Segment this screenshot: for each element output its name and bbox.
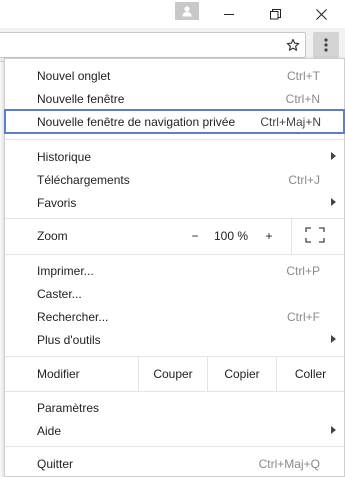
- zoom-label: Zoom: [37, 229, 68, 243]
- chevron-right-icon: [331, 335, 336, 343]
- address-bar[interactable]: [0, 32, 306, 58]
- menu-item-help[interactable]: Aide: [5, 419, 344, 442]
- menu-item-label: Nouvelle fenêtre de navigation privée: [37, 114, 236, 129]
- edit-label: Modifier: [37, 367, 80, 381]
- title-bar: [0, 0, 345, 28]
- menu-item-downloads[interactable]: Téléchargements Ctrl+J: [5, 168, 344, 191]
- menu-item-shortcut: Ctrl+Maj+Q: [258, 456, 320, 471]
- browser-toolbar: [0, 28, 345, 62]
- close-icon: [315, 8, 327, 20]
- cut-button[interactable]: Couper: [138, 356, 207, 391]
- chevron-right-icon: [331, 152, 336, 160]
- menu-separator: [5, 391, 344, 392]
- menu-item-new-tab[interactable]: Nouvel onglet Ctrl+T: [5, 64, 344, 87]
- zoom-in-button[interactable]: +: [257, 225, 281, 247]
- menu-item-find[interactable]: Rechercher... Ctrl+F: [5, 305, 344, 328]
- zoom-divider: [291, 219, 292, 254]
- menu-item-shortcut: Ctrl+Maj+N: [260, 114, 321, 129]
- browser-menu: Nouvel onglet Ctrl+T Nouvelle fenêtre Ct…: [4, 58, 345, 477]
- menu-item-label: Téléchargements: [37, 172, 130, 187]
- menu-item-quit[interactable]: Quitter Ctrl+Maj+Q: [5, 452, 344, 475]
- paste-button[interactable]: Coller: [276, 356, 344, 391]
- chevron-right-icon: [331, 426, 336, 434]
- restore-button[interactable]: [252, 0, 298, 28]
- bookmark-star-button[interactable]: [282, 35, 304, 55]
- menu-item-shortcut: Ctrl+P: [286, 263, 320, 278]
- menu-item-new-window[interactable]: Nouvelle fenêtre Ctrl+N: [5, 87, 344, 110]
- menu-separator: [5, 254, 344, 255]
- minimize-button[interactable]: [206, 0, 252, 28]
- menu-item-label: Quitter: [37, 456, 74, 471]
- menu-item-more-tools[interactable]: Plus d'outils: [5, 328, 344, 351]
- menu-separator: [5, 446, 344, 447]
- zoom-row: Zoom − 100 % +: [5, 219, 344, 254]
- browser-menu-button[interactable]: [313, 32, 339, 58]
- menu-item-label: Historique: [37, 149, 92, 164]
- menu-item-shortcut: Ctrl+J: [288, 172, 320, 187]
- menu-item-label: Nouvelle fenêtre: [37, 91, 125, 106]
- menu-item-history[interactable]: Historique: [5, 145, 344, 168]
- copy-button[interactable]: Copier: [207, 356, 276, 391]
- profile-button[interactable]: [175, 2, 199, 20]
- menu-item-label: Favoris: [37, 195, 77, 210]
- three-dots-vertical-icon: [324, 38, 328, 52]
- menu-item-shortcut: Ctrl+T: [287, 68, 320, 83]
- menu-item-label: Caster...: [37, 286, 82, 301]
- menu-separator: [5, 139, 344, 140]
- menu-item-label: Plus d'outils: [37, 332, 101, 347]
- edit-row: Modifier Couper Copier Coller: [5, 356, 344, 391]
- menu-item-print[interactable]: Imprimer... Ctrl+P: [5, 259, 344, 282]
- menu-item-shortcut: Ctrl+N: [285, 91, 320, 106]
- restore-icon: [269, 8, 281, 19]
- menu-item-label: Aide: [37, 423, 62, 438]
- chevron-right-icon: [331, 198, 336, 206]
- menu-item-label: Imprimer...: [37, 263, 94, 278]
- menu-item-new-incognito-window[interactable]: Nouvelle fenêtre de navigation privée Ct…: [4, 109, 345, 134]
- menu-item-cast[interactable]: Caster...: [5, 282, 344, 305]
- minimize-icon: [224, 14, 234, 15]
- menu-item-shortcut: Ctrl+F: [287, 309, 320, 324]
- menu-item-label: Paramètres: [37, 400, 100, 415]
- menu-item-label: Rechercher...: [37, 309, 109, 324]
- menu-item-settings[interactable]: Paramètres: [5, 396, 344, 419]
- menu-item-label: Nouvel onglet: [37, 68, 111, 83]
- menu-item-bookmarks[interactable]: Favoris: [5, 191, 344, 214]
- star-icon: [286, 38, 300, 51]
- zoom-level: 100 %: [213, 229, 249, 243]
- person-icon: [182, 6, 192, 17]
- fullscreen-button[interactable]: [305, 227, 329, 247]
- zoom-out-button[interactable]: −: [183, 225, 207, 247]
- fullscreen-icon: [305, 227, 325, 243]
- close-window-button[interactable]: [298, 0, 344, 28]
